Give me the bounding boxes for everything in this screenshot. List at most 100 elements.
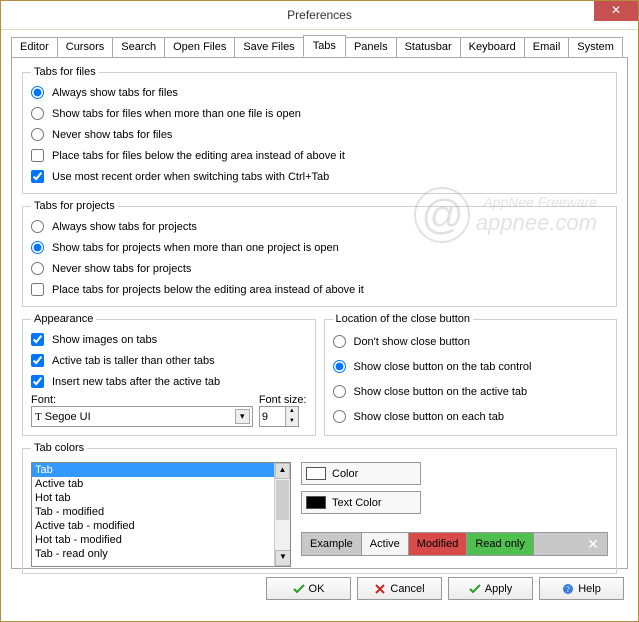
fontsize-label: Font size: (259, 394, 307, 406)
color-button-label: Color (332, 468, 358, 480)
label-close-each: Show close button on each tab (354, 411, 504, 423)
svg-text:?: ? (566, 585, 570, 594)
textcolor-button-label: Text Color (332, 497, 382, 509)
label-files-never: Never show tabs for files (52, 129, 172, 141)
example-modified: Modified (409, 533, 468, 555)
radio-projects-multi[interactable] (31, 241, 44, 254)
radio-close-active[interactable] (333, 385, 346, 398)
cancel-button[interactable]: Cancel (357, 577, 442, 600)
scroll-down-icon[interactable]: ▼ (275, 550, 291, 566)
tab-tabs[interactable]: Tabs (303, 35, 346, 57)
label-files-always: Always show tabs for files (52, 87, 178, 99)
list-item[interactable]: Hot tab - modified (32, 533, 290, 547)
radio-close-control[interactable] (333, 360, 346, 373)
fontsize-spinner[interactable]: ▲▼ (259, 406, 299, 427)
label-projects-below: Place tabs for projects below the editin… (52, 284, 364, 296)
spinner-up-icon[interactable]: ▲ (286, 407, 298, 417)
tab-cursors[interactable]: Cursors (57, 37, 114, 57)
radio-close-none[interactable] (333, 335, 346, 348)
label-files-mru: Use most recent order when switching tab… (52, 171, 329, 183)
group-tabs-for-files: Tabs for files Always show tabs for file… (22, 66, 617, 194)
chevron-down-icon: ▾ (235, 409, 250, 424)
tab-strip: EditorCursorsSearchOpen FilesSave FilesT… (11, 37, 628, 58)
radio-close-each[interactable] (333, 410, 346, 423)
legend-tabs-for-files: Tabs for files (31, 66, 99, 78)
font-select[interactable]: Ƭ Segoe UI ▾ (31, 406, 253, 427)
legend-tabs-for-projects: Tabs for projects (31, 200, 118, 212)
legend-appearance: Appearance (31, 313, 96, 325)
truetype-icon: Ƭ (35, 411, 42, 423)
example-tabs: Example Active Modified Read only ✕ (301, 532, 608, 556)
label-show-images: Show images on tabs (52, 334, 157, 346)
listbox-scrollbar[interactable]: ▲ ▼ (274, 463, 290, 566)
radio-files-never[interactable] (31, 128, 44, 141)
tab-statusbar[interactable]: Statusbar (396, 37, 461, 57)
group-appearance: Appearance Show images on tabs Active ta… (22, 313, 316, 436)
apply-button[interactable]: Apply (448, 577, 533, 600)
window-close-button[interactable]: ✕ (594, 1, 638, 21)
check-show-images[interactable] (31, 333, 44, 346)
font-value: Segoe UI (45, 411, 91, 423)
example-label: Example (302, 533, 362, 555)
ok-button[interactable]: OK (266, 577, 351, 600)
textcolor-button[interactable]: Text Color (301, 491, 421, 514)
check-insert-after[interactable] (31, 375, 44, 388)
check-icon (469, 583, 481, 595)
label-files-below: Place tabs for files below the editing a… (52, 150, 345, 162)
list-item[interactable]: Tab (32, 463, 290, 477)
list-item[interactable]: Active tab - modified (32, 519, 290, 533)
label-close-none: Don't show close button (354, 336, 470, 348)
color-swatch (306, 467, 326, 480)
tab-search[interactable]: Search (112, 37, 165, 57)
legend-close-location: Location of the close button (333, 313, 474, 325)
label-close-active: Show close button on the active tab (354, 386, 528, 398)
titlebar: Preferences ✕ (1, 1, 638, 30)
radio-projects-always[interactable] (31, 220, 44, 233)
font-label: Font: (31, 394, 253, 406)
label-active-taller: Active tab is taller than other tabs (52, 355, 215, 367)
list-item[interactable]: Hot tab (32, 491, 290, 505)
color-button[interactable]: Color (301, 462, 421, 485)
group-tab-colors: Tab colors TabActive tabHot tabTab - mod… (22, 442, 617, 574)
example-readonly: Read only (467, 533, 534, 555)
textcolor-swatch (306, 496, 326, 509)
tab-email[interactable]: Email (524, 37, 570, 57)
window-title: Preferences (287, 8, 352, 22)
example-active: Active (362, 533, 409, 555)
spinner-down-icon[interactable]: ▼ (286, 417, 298, 427)
label-files-multi: Show tabs for files when more than one f… (52, 108, 301, 120)
list-item[interactable]: Active tab (32, 477, 290, 491)
check-files-below[interactable] (31, 149, 44, 162)
help-icon: ? (562, 583, 574, 595)
radio-files-multi[interactable] (31, 107, 44, 120)
scroll-thumb[interactable] (276, 480, 289, 520)
tab-save-files[interactable]: Save Files (234, 37, 303, 57)
tab-page-tabs: @ AppNee Freeware appnee.com Tabs for fi… (11, 57, 628, 569)
legend-tab-colors: Tab colors (31, 442, 87, 454)
group-close-location: Location of the close button Don't show … (324, 313, 618, 436)
fontsize-input[interactable] (260, 407, 285, 426)
scroll-up-icon[interactable]: ▲ (275, 463, 290, 479)
list-item[interactable]: Tab - read only (32, 547, 290, 561)
check-icon (293, 583, 305, 595)
radio-files-always[interactable] (31, 86, 44, 99)
tab-editor[interactable]: Editor (11, 37, 58, 57)
check-files-mru[interactable] (31, 170, 44, 183)
tab-system[interactable]: System (568, 37, 623, 57)
check-active-taller[interactable] (31, 354, 44, 367)
label-projects-always: Always show tabs for projects (52, 221, 197, 233)
help-button[interactable]: ? Help (539, 577, 624, 600)
label-projects-multi: Show tabs for projects when more than on… (52, 242, 339, 254)
label-insert-after: Insert new tabs after the active tab (52, 376, 220, 388)
example-close-icon[interactable]: ✕ (579, 536, 607, 553)
tab-open-files[interactable]: Open Files (164, 37, 235, 57)
tab-keyboard[interactable]: Keyboard (460, 37, 525, 57)
tab-colors-listbox[interactable]: TabActive tabHot tabTab - modifiedActive… (31, 462, 291, 567)
radio-projects-never[interactable] (31, 262, 44, 275)
check-projects-below[interactable] (31, 283, 44, 296)
tab-panels[interactable]: Panels (345, 37, 397, 57)
x-icon (374, 583, 386, 595)
label-projects-never: Never show tabs for projects (52, 263, 191, 275)
group-tabs-for-projects: Tabs for projects Always show tabs for p… (22, 200, 617, 307)
list-item[interactable]: Tab - modified (32, 505, 290, 519)
